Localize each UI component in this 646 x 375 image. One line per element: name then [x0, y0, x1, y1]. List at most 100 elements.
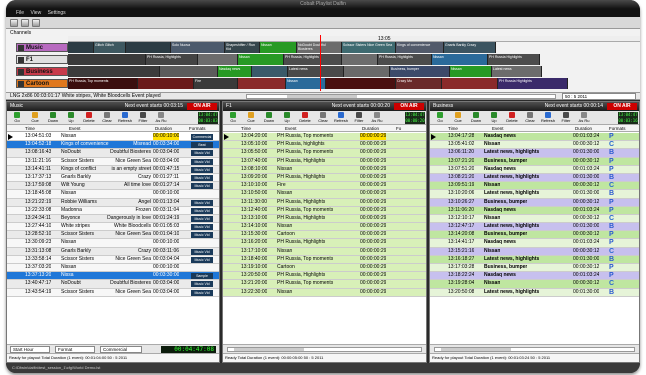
timeline-event[interactable]	[126, 42, 171, 53]
timeline-event[interactable]: Business, bumper	[390, 66, 450, 77]
timeline-event[interactable]	[198, 54, 238, 65]
scroll-thumb[interactable]	[441, 348, 511, 351]
timeline-event[interactable]: Scissor Sisters Nice Green Sea	[342, 42, 396, 53]
table-row[interactable]: 13:40:47:17 NoDoubt Doubtful Biosteres 00:0…	[7, 280, 219, 289]
channel-row[interactable]: F1 PH Russia, Highlights Nissan PH Russia,…	[6, 54, 640, 65]
table-row[interactable]: 13:07:51:20 Nasdaq news 00:01:03:24 P	[430, 165, 639, 174]
table-row[interactable]: 13:13:10:00 PH Russia, Highlights 00:00:00…	[223, 214, 426, 224]
table-row[interactable]: 13:07:21:20 Business, bumper 00:00:30:12 P	[430, 157, 639, 166]
table-row[interactable]: 13:14:20:08 Business, bumper 00:00:30:12 P	[430, 231, 639, 240]
onair-badge[interactable]: ON AIR	[187, 103, 217, 110]
timeline-event[interactable]	[344, 66, 390, 77]
timeline-event[interactable]: PH Russia, Highlights	[146, 54, 198, 65]
table-row[interactable]: 13:12:47:17 Latest news, highlights 00:01:…	[430, 223, 639, 232]
open-icon[interactable]	[21, 19, 29, 27]
clear-button[interactable]: Clear	[315, 112, 331, 124]
channel-cartoon[interactable]: Cartoon	[16, 79, 68, 88]
as-run-button[interactable]: As Ru	[369, 112, 385, 124]
timeline-event[interactable]	[68, 66, 160, 77]
zoom-field[interactable]: 50 : 5 2011	[562, 93, 636, 100]
table-row[interactable]: 13:17:03:28 Business, bumper 00:00:30:12 P	[430, 264, 639, 273]
table-row[interactable]: 13:20:50:08 Latest news, highlights 00:01:…	[430, 288, 639, 297]
timeline-event[interactable]: PH Russia, Highlights	[378, 54, 432, 65]
format-select[interactable]: Format	[55, 346, 95, 353]
table-row[interactable]: 13:11:06:20 Nasdaq news 00:01:03:24 P	[430, 206, 639, 215]
as-run-button[interactable]: As Ru	[576, 112, 592, 124]
go-button[interactable]: Go	[432, 112, 448, 124]
onair-badge[interactable]: ON AIR	[394, 103, 424, 110]
timeline-event[interactable]: PH Russia, Highlights	[284, 54, 342, 65]
timeline-event[interactable]: Kings of convenience	[396, 42, 444, 53]
table-row[interactable]: 13:12:10:17 Nissan 00:00:30:12 C	[430, 214, 639, 224]
table-row[interactable]: 13:19:10:00 Cartoon 00:00:00:29	[223, 264, 426, 273]
timeline-event[interactable]	[68, 42, 94, 53]
timeline-event[interactable]: Gnarls Barkly Crazy	[444, 42, 496, 53]
as-run-button[interactable]: As Ru	[153, 112, 169, 124]
table-row[interactable]: 13:08:16:43 NoDoubt Doubtful Biosteres 00:0…	[7, 149, 219, 158]
table-row[interactable]: 13:18:45:08 Nissan 00:00:10:00	[7, 190, 219, 199]
menu-file[interactable]: File	[16, 10, 24, 16]
delete-button[interactable]: Delete	[504, 112, 520, 124]
horizontal-scrollbar[interactable]	[434, 347, 635, 352]
timeline-event[interactable]	[238, 78, 286, 89]
table-row[interactable]: 13:10:50:00 Nissan 00:00:00:29	[223, 190, 426, 199]
col-time[interactable]: Time	[25, 125, 35, 132]
timeline-event[interactable]	[442, 78, 498, 89]
filter-button[interactable]: Filter	[558, 112, 574, 124]
cue-button[interactable]: Cue	[27, 112, 43, 124]
cue-button[interactable]: Cue	[450, 112, 466, 124]
col-event[interactable]: Event	[285, 125, 297, 132]
clear-button[interactable]: Clear	[522, 112, 538, 124]
timeline-event[interactable]: Latest news	[288, 66, 344, 77]
col-duration[interactable]: Duration	[575, 125, 592, 132]
timeline-event[interactable]: PH Russia Highlights	[498, 78, 568, 89]
col-duration[interactable]: Duration	[362, 125, 379, 132]
timeline-event[interactable]: Solo Nuova	[171, 42, 225, 53]
table-row[interactable]: 13:28:52:10 Scissor Sisters Nice Green Sea…	[7, 231, 219, 240]
col-time[interactable]: Time	[241, 125, 251, 132]
delete-button[interactable]: Delete	[297, 112, 313, 124]
onair-badge[interactable]: ON AIR	[607, 103, 637, 110]
save-icon[interactable]	[32, 19, 40, 27]
table-row[interactable]: 13:21:20:00 PH Russia, Top moments 00:00:0…	[223, 280, 426, 289]
cue-button[interactable]: Cue	[243, 112, 259, 124]
col-event[interactable]: Event	[69, 125, 81, 132]
down-button[interactable]: Down	[261, 112, 277, 124]
scroll-thumb[interactable]	[287, 95, 357, 98]
delete-button[interactable]: Delete	[81, 112, 97, 124]
table-row[interactable]: 13:11:30:00 PH Russia, Highlights 00:00:00…	[223, 198, 426, 207]
timeline-event[interactable]: Glitch Glitch	[94, 42, 126, 53]
timeline-event[interactable]	[326, 78, 396, 89]
table-row[interactable]: 13:22:30:00 Nissan 00:00:00:29	[223, 288, 426, 297]
timeline-event[interactable]: Nissan	[260, 42, 297, 53]
up-button[interactable]: Up	[279, 112, 295, 124]
table-row[interactable]: 13:24:34:11 Beyonce Dangerously in love 00:…	[7, 214, 219, 224]
table-row[interactable]: 13:06:11:20 Latest news, highlights 00:01:…	[430, 149, 639, 158]
timeline-event[interactable]: Latest news	[492, 66, 542, 77]
start-hour-select[interactable]: Start Hour	[10, 346, 50, 353]
table-row[interactable]: 13:27:44:10 White stripes White Bloodcells…	[7, 223, 219, 232]
table-row[interactable]: 13:20:50:00 PH Russia, Highlights 00:00:00…	[223, 272, 426, 281]
timeline-event[interactable]: PH Russia Highlights	[488, 54, 540, 65]
refresh-button[interactable]: Refresh	[540, 112, 556, 124]
channel-row[interactable]: Music Glitch Glitch Solo Nuova Shapeshifte…	[6, 42, 640, 53]
channel-business[interactable]: Business	[16, 67, 68, 76]
channel-f1[interactable]: F1	[16, 55, 68, 64]
col-formats[interactable]: Formats	[189, 125, 206, 132]
menu-view[interactable]: View	[30, 10, 41, 16]
down-button[interactable]: Down	[468, 112, 484, 124]
timeline-event[interactable]: Nasdaq news	[218, 66, 252, 77]
table-row[interactable]: 13:09:51:19 Nissan 00:00:30:12 C	[430, 182, 639, 191]
commercial-select[interactable]: Commercial	[100, 346, 142, 353]
timeline-event[interactable]	[68, 54, 146, 65]
table-row[interactable]: 13:21:22:19 Robbie Williams Angel 00:01:13:…	[7, 198, 219, 207]
col-formats[interactable]: Fo	[396, 125, 401, 132]
timeline-event[interactable]: Fire	[194, 78, 238, 89]
col-duration[interactable]: Duration	[155, 125, 172, 132]
scroll-thumb[interactable]	[234, 348, 304, 351]
col-formats[interactable]: Formats	[609, 125, 626, 132]
table-row[interactable]: 13:10:26:27 Business, bumper 00:00:30:12 P	[430, 198, 639, 207]
table-row[interactable]: 13:18:22:24 Nasdaq news 00:01:03:24 P	[430, 272, 639, 281]
timeline-event[interactable]: Crazy Mo	[396, 78, 442, 89]
table-row[interactable]: 13:09:20:00 PH Russia, Highlights 00:00:00…	[223, 173, 426, 183]
